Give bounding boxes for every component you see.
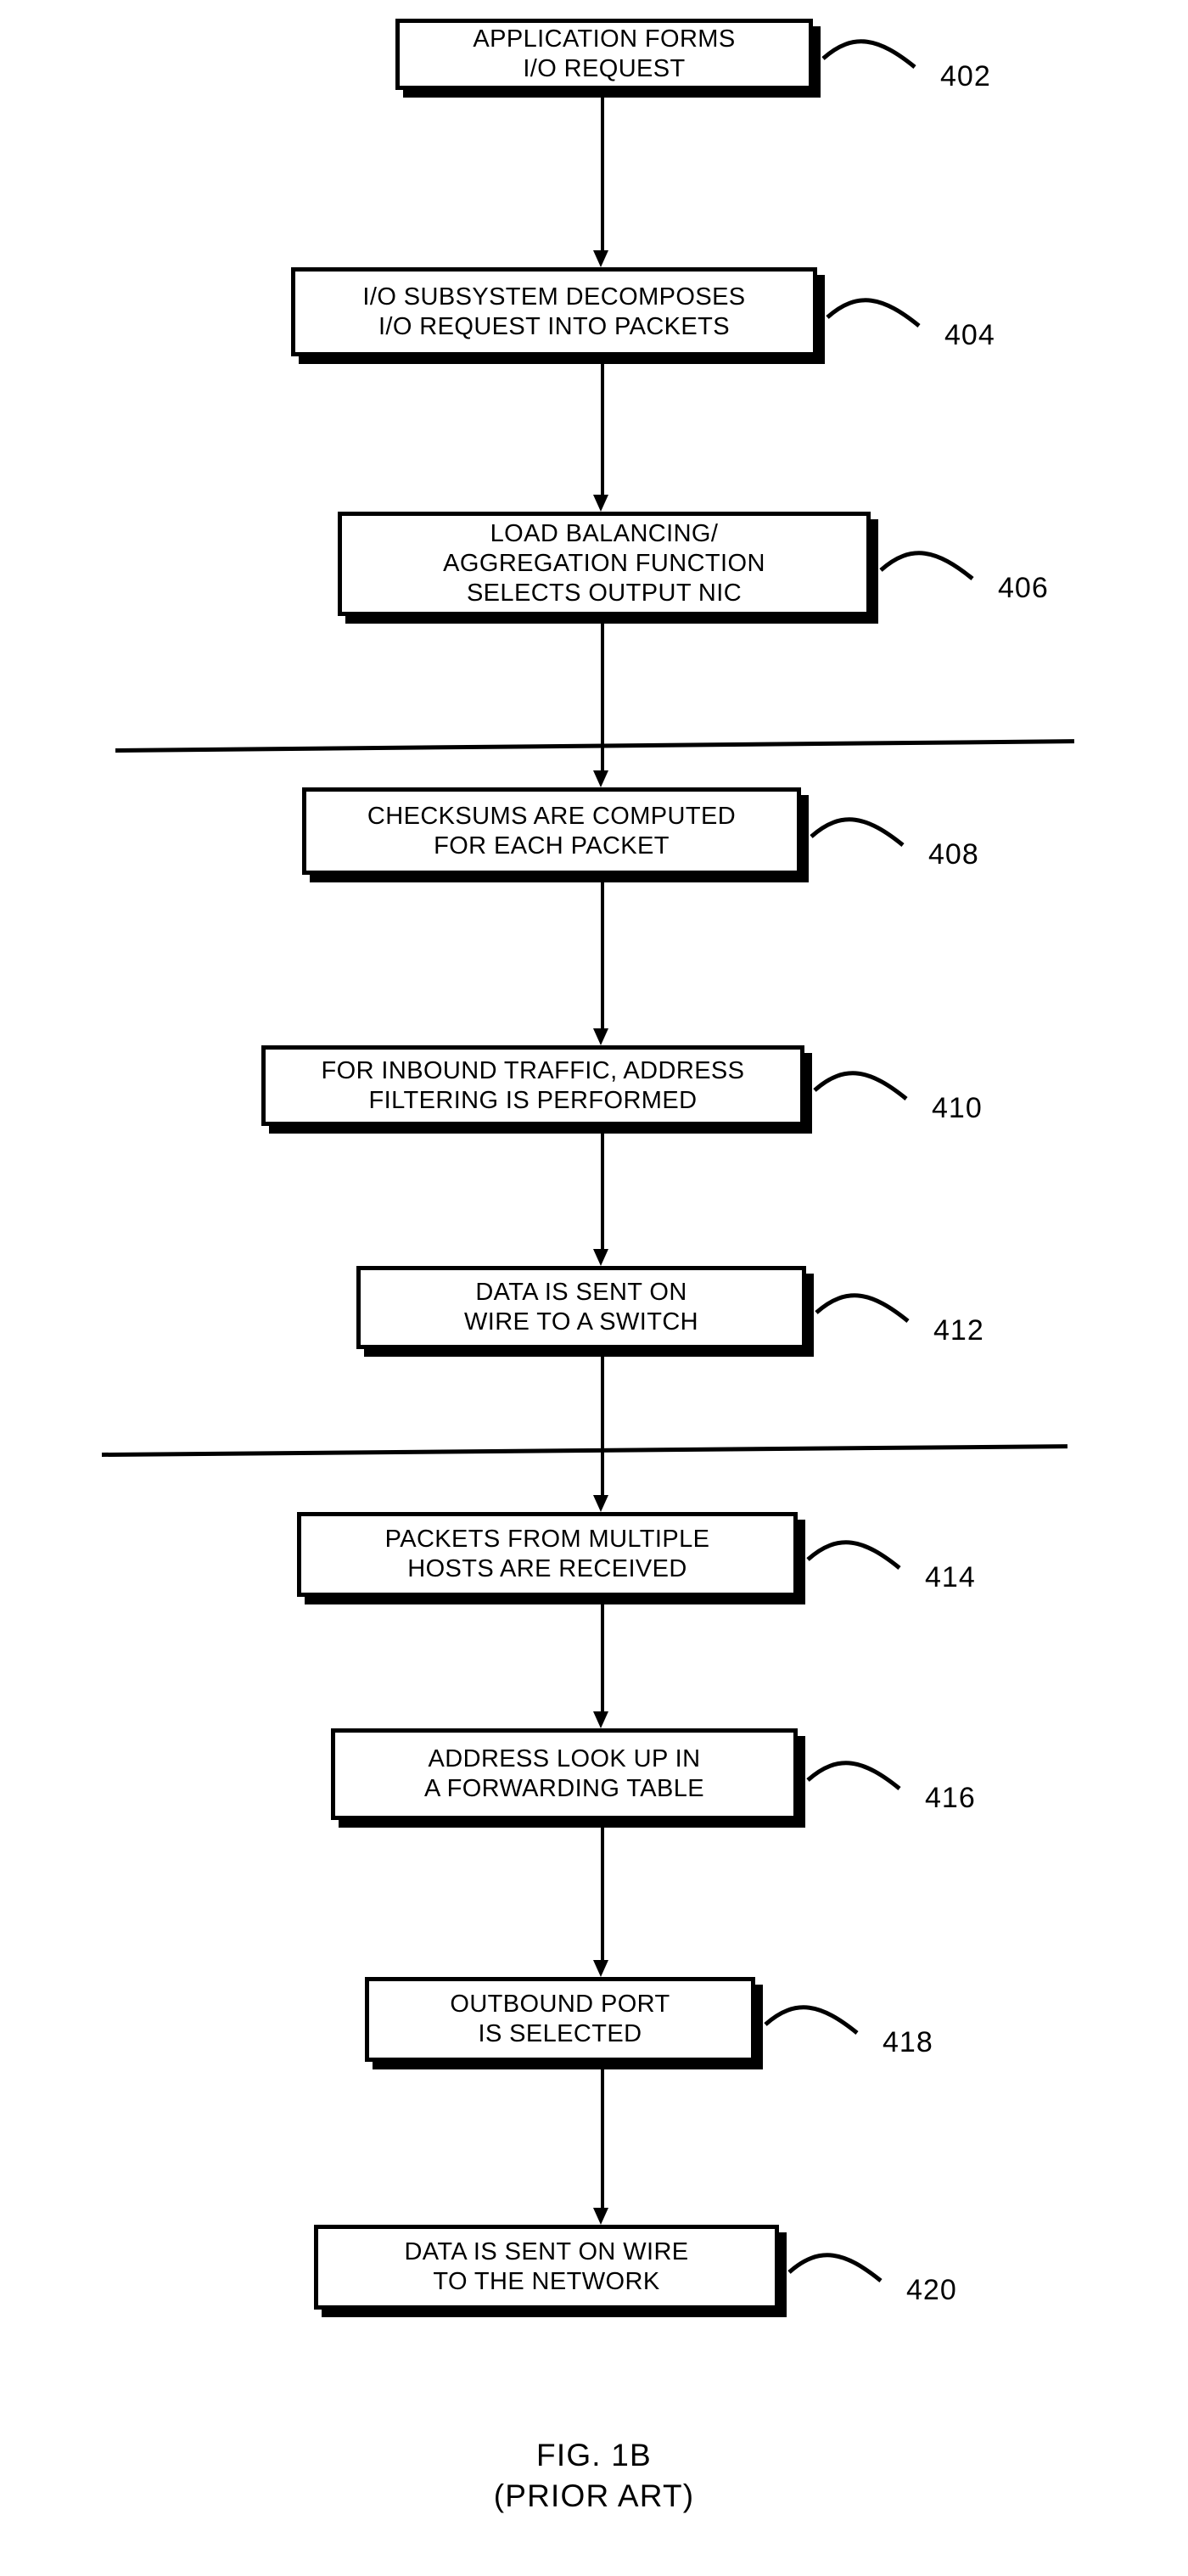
ref-numeral-420: 420	[906, 2274, 957, 2306]
flow-node-404[interactable]: I/O SUBSYSTEM DECOMPOSES I/O REQUEST INT…	[291, 267, 817, 356]
flow-node-416[interactable]: ADDRESS LOOK UP IN A FORWARDING TABLE	[331, 1728, 798, 1820]
leader-line-408	[810, 817, 905, 847]
connector-414-416	[601, 1602, 604, 1711]
connector-418-420	[601, 2067, 604, 2208]
flow-node-406-label: LOAD BALANCING/ AGGREGATION FUNCTION SEL…	[443, 520, 765, 607]
flow-node-412-label: DATA IS SENT ON WIRE TO A SWITCH	[463, 1279, 699, 1336]
flow-node-402-label: APPLICATION FORMS I/O REQUEST	[473, 25, 736, 82]
flow-node-416-label: ADDRESS LOOK UP IN A FORWARDING TABLE	[423, 1745, 705, 1802]
leader-line-420	[787, 2253, 883, 2282]
ref-numeral-402: 402	[940, 59, 991, 92]
leader-line-402	[821, 39, 916, 69]
ref-numeral-410: 410	[932, 1092, 983, 1125]
leader-line-410	[813, 1071, 908, 1101]
connector-404-406	[601, 361, 604, 495]
flow-node-418[interactable]: OUTBOUND PORT IS SELECTED	[365, 1977, 755, 2062]
arrowhead-416-418	[593, 1960, 608, 1977]
leader-line-404	[826, 298, 921, 328]
leader-line-406	[879, 551, 974, 581]
flow-node-408-label: CHECKSUMS ARE COMPUTED FOR EACH PACKET	[367, 802, 737, 860]
connector-416-418	[601, 1825, 604, 1960]
arrowhead-418-420	[593, 2208, 608, 2225]
ref-numeral-416: 416	[925, 1781, 976, 1814]
ref-numeral-412: 412	[933, 1313, 984, 1347]
section-divider-lower	[101, 1444, 1068, 1457]
flow-node-408[interactable]: CHECKSUMS ARE COMPUTED FOR EACH PACKET	[302, 787, 801, 875]
ref-numeral-408: 408	[928, 837, 979, 871]
leader-line-418	[764, 2005, 859, 2035]
figure-canvas: APPLICATION FORMS I/O REQUEST 402 I/O SU…	[0, 0, 1188, 2576]
flow-node-418-label: OUTBOUND PORT IS SELECTED	[450, 1991, 670, 2047]
flow-node-412[interactable]: DATA IS SENT ON WIRE TO A SWITCH	[356, 1266, 806, 1349]
ref-numeral-418: 418	[883, 2026, 933, 2058]
ref-numeral-406: 406	[998, 572, 1049, 605]
arrowhead-410-412	[593, 1249, 608, 1266]
figure-caption: FIG. 1B (PRIOR ART)	[0, 2435, 1188, 2517]
flow-node-420[interactable]: DATA IS SENT ON WIRE TO THE NETWORK	[314, 2225, 779, 2310]
arrowhead-404-406	[593, 495, 608, 512]
connector-410-412	[601, 1131, 604, 1249]
arrowhead-414-416	[593, 1711, 608, 1728]
arrowhead-412-414	[593, 1495, 608, 1512]
connector-406-408	[601, 621, 604, 770]
leader-line-414	[806, 1540, 901, 1570]
arrowhead-402-404	[593, 250, 608, 267]
flow-node-404-label: I/O SUBSYSTEM DECOMPOSES I/O REQUEST INT…	[362, 283, 746, 340]
flow-node-410-label: FOR INBOUND TRAFFIC, ADDRESS FILTERING I…	[321, 1056, 745, 1114]
figure-caption-title: FIG. 1B	[536, 2438, 652, 2472]
flow-node-414[interactable]: PACKETS FROM MULTIPLE HOSTS ARE RECEIVED	[297, 1512, 798, 1597]
connector-408-410	[601, 880, 604, 1028]
flow-node-420-label: DATA IS SENT ON WIRE TO THE NETWORK	[404, 2238, 689, 2295]
figure-caption-subtitle: (PRIOR ART)	[493, 2478, 695, 2514]
flow-node-410[interactable]: FOR INBOUND TRAFFIC, ADDRESS FILTERING I…	[261, 1045, 804, 1126]
flow-node-402[interactable]: APPLICATION FORMS I/O REQUEST	[395, 19, 813, 90]
connector-402-404	[601, 95, 604, 250]
ref-numeral-414: 414	[925, 1561, 976, 1593]
arrowhead-406-408	[593, 770, 608, 787]
section-divider-upper	[115, 739, 1074, 753]
connector-412-414	[601, 1354, 604, 1495]
leader-line-412	[815, 1293, 910, 1323]
arrowhead-408-410	[593, 1028, 608, 1045]
leader-line-416	[806, 1760, 901, 1790]
flow-node-414-label: PACKETS FROM MULTIPLE HOSTS ARE RECEIVED	[384, 1526, 710, 1582]
flow-node-406[interactable]: LOAD BALANCING/ AGGREGATION FUNCTION SEL…	[338, 512, 871, 616]
ref-numeral-404: 404	[944, 318, 995, 351]
